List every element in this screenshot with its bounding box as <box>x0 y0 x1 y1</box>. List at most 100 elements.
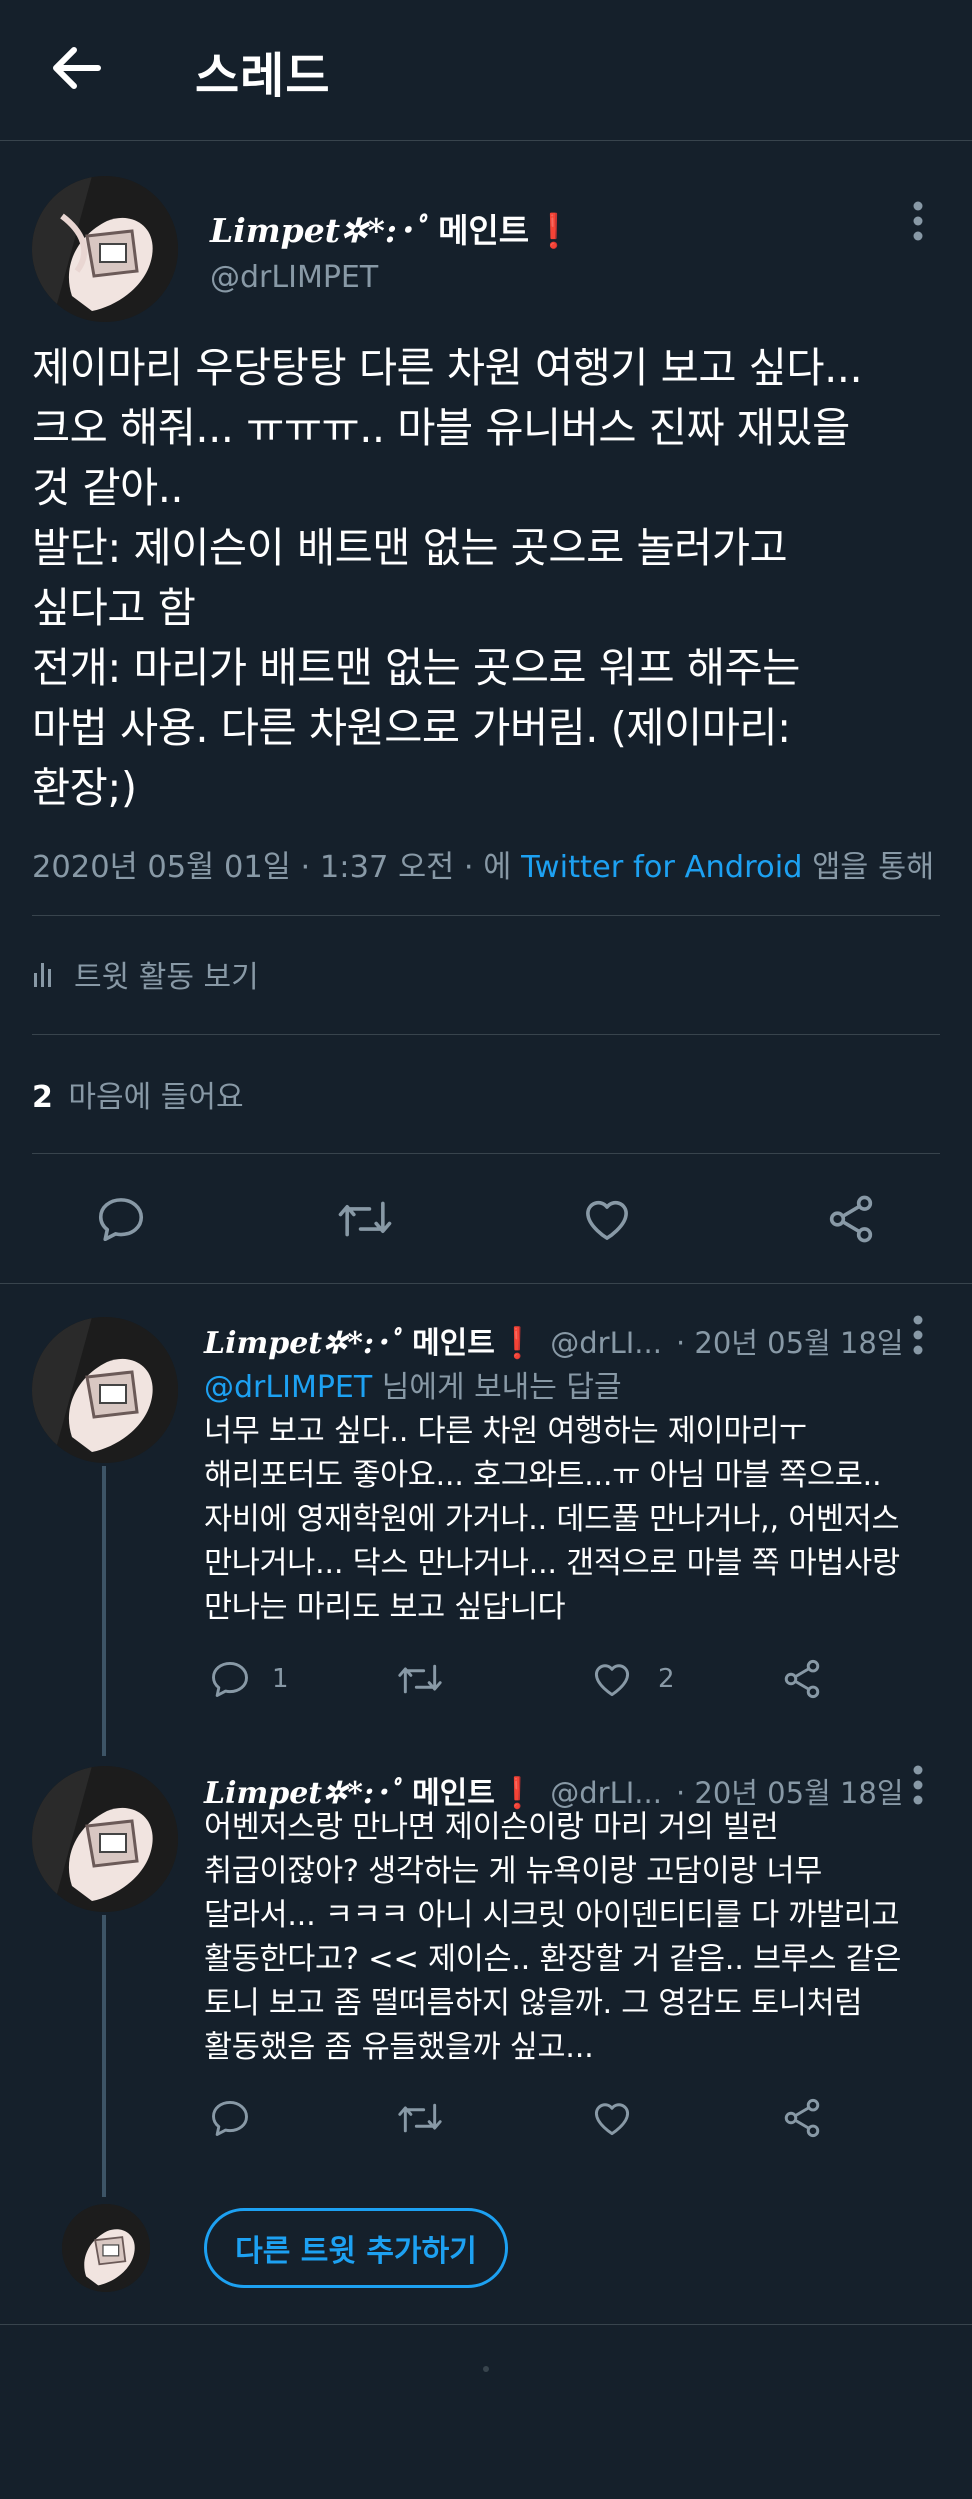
exclamation-mark-icon: ❗ <box>533 211 575 250</box>
reply-text-line: 만나거나... 닥스 만나거나... 갠적으로 마블 쪽 마법사랑 <box>204 1546 900 1581</box>
reply-to-handle[interactable]: @drLIMPET <box>204 1370 372 1405</box>
avatar <box>62 2204 150 2292</box>
more-options-button[interactable] <box>904 1314 932 1358</box>
handle: @drLI... <box>550 1326 662 1360</box>
tweet-text-line: 마법 사용. 다른 차원으로 가버림. (제이마리: <box>32 703 791 752</box>
back-button[interactable] <box>48 44 104 92</box>
display-name-text: 메인트 <box>412 1326 495 1361</box>
handle: @drLIMPET <box>210 260 379 295</box>
page-title: 스레드 <box>195 48 331 104</box>
reply-text-line: 토니 보고 좀 떨떠름하지 않을까. 그 영감도 토니처럼 <box>204 1986 863 2021</box>
heart-icon <box>594 2103 630 2136</box>
share-icon <box>829 1195 873 1243</box>
display-name-deco: Limpet✲*:･ﾟ <box>204 1326 405 1361</box>
tweet-activity-link[interactable]: 트윗 활동 보기 <box>32 950 259 998</box>
display-name-deco: Limpet✲*:･ﾟ <box>210 211 431 250</box>
like-button[interactable] <box>590 2096 634 2140</box>
retweet-button[interactable] <box>396 2096 444 2140</box>
tweet-text-line: 싶다고 함 <box>32 583 196 632</box>
share-button[interactable] <box>780 2096 824 2140</box>
loading-dot <box>483 2366 489 2372</box>
exclamation-mark-icon: ❗ <box>498 1326 537 1361</box>
divider <box>0 2324 972 2325</box>
top-app-bar: 스레드 <box>0 0 972 140</box>
reply-text-line: 활동한다고? << 제이슨.. 환장할 거 같음.. 브루스 같은 <box>204 1942 902 1977</box>
thread-line <box>102 1466 106 1756</box>
likes-label: 마음에 들어요 <box>68 1080 244 1115</box>
like-button[interactable]: 2 <box>590 1657 675 1701</box>
share-icon <box>784 2098 820 2138</box>
reply-text-line: 활동했음 좀 유들했을까 싶고... <box>204 2030 594 2065</box>
more-options-button[interactable] <box>904 200 932 244</box>
reply-text-line: 자비에 영재학원에 가거나.. 데드풀 만나거나,, 어벤저스 <box>204 1502 900 1537</box>
more-options-button[interactable] <box>904 1764 932 1808</box>
add-another-tweet-button[interactable]: 다른 트윗 추가하기 <box>204 2208 508 2288</box>
avatar-image <box>32 1766 178 1912</box>
like-count: 2 <box>658 1664 675 1694</box>
share-button[interactable] <box>780 1657 824 1701</box>
display-name: Limpet✲*:･ﾟ 메인트 ❗ <box>210 204 574 252</box>
divider <box>0 1283 972 1284</box>
tweet-text-line: 전개: 마리가 배트맨 없는 곳으로 워프 해주는 <box>32 643 800 692</box>
retweet-icon <box>398 1664 442 1694</box>
reply-text: 어벤저스랑 만나면 제이슨이랑 마리 거의 빌런 취급이잖아? 생각하는 게 뉴… <box>204 1806 901 2070</box>
reply-text-line: 너무 보고 싶다.. 다른 차원 여행하는 제이마리ㅜ <box>204 1414 807 1449</box>
reply-text-line: 해리포터도 좋아요... 호그와트...ㅠ 아님 마블 쪽으로.. <box>204 1458 882 1493</box>
tweet-text-line: 것 같아.. <box>32 463 184 512</box>
more-vertical-icon <box>913 1315 923 1355</box>
comment-icon <box>98 1198 144 1242</box>
reply-text-line: 어벤저스랑 만나면 제이슨이랑 마리 거의 빌런 <box>204 1810 779 1845</box>
comment-icon <box>212 1661 248 1697</box>
reply-count: 1 <box>272 1664 289 1694</box>
likes-summary[interactable]: 2 마음에 들어요 <box>32 1072 244 1116</box>
client-link[interactable]: Twitter for Android <box>521 850 802 885</box>
timestamp: 2020년 05월 01일 · 1:37 오전 · 에 <box>32 850 512 885</box>
reply-button[interactable]: 1 <box>208 1657 289 1701</box>
avatar-image <box>32 176 178 322</box>
avatar[interactable] <box>32 1317 178 1463</box>
reply-to-suffix: 님에게 보내는 답글 <box>381 1370 622 1405</box>
analytics-icon <box>34 963 51 987</box>
retweet-icon <box>398 2103 442 2133</box>
thread-line <box>102 1915 106 2197</box>
share-icon <box>784 1659 820 1699</box>
activity-label: 트윗 활동 보기 <box>74 960 259 995</box>
divider <box>32 915 940 916</box>
tweet-meta: 2020년 05월 01일 · 1:37 오전 · 에 Twitter for … <box>32 842 934 886</box>
tweet-text-line: 발단: 제이슨이 배트맨 없는 곳으로 놀러가고 <box>32 523 788 572</box>
more-vertical-icon <box>913 1765 923 1805</box>
reply-button[interactable] <box>208 2096 252 2140</box>
header-divider <box>0 140 972 141</box>
handle: @drLI... <box>550 1776 662 1810</box>
display-name-text: 메인트 <box>438 211 530 250</box>
replying-to: @drLIMPET 님에게 보내는 답글 <box>204 1362 622 1406</box>
heart-icon <box>594 1664 630 1697</box>
retweet-icon <box>338 1201 392 1237</box>
tweet-text: 제이마리 우당탕탕 다른 차원 여행기 보고 싶다... 크오 해줘... ㅠㅠ… <box>32 338 942 818</box>
avatar-image <box>62 2204 150 2292</box>
reply-text-line: 만나는 마리도 보고 싶답니다 <box>204 1590 566 1625</box>
avatar[interactable] <box>32 176 178 322</box>
tweet-text-line: 환장;) <box>32 763 137 812</box>
author-block[interactable]: Limpet✲*:･ﾟ 메인트 ❗ @drLIMPET <box>210 204 574 295</box>
client-suffix: 앱을 통해 <box>812 850 935 885</box>
tweet-text-line: 제이마리 우당탕탕 다른 차원 여행기 보고 싶다... <box>32 343 863 392</box>
reply-text-line: 취급이잖아? 생각하는 게 뉴욕이랑 고담이랑 너무 <box>204 1854 823 1889</box>
heart-icon <box>586 1200 628 1240</box>
avatar-image <box>32 1317 178 1463</box>
comment-icon <box>212 2100 248 2136</box>
reply-text: 너무 보고 싶다.. 다른 차원 여행하는 제이마리ㅜ 해리포터도 좋아요...… <box>204 1410 900 1630</box>
tweet-text-line: 크오 해줘... ㅠㅠㅠ.. 마블 유니버스 진짜 재밌을 <box>32 403 850 452</box>
like-button[interactable] <box>580 1192 634 1246</box>
retweet-button[interactable] <box>396 1657 444 1701</box>
reply-date: · 20년 05월 18일 <box>675 1326 904 1360</box>
divider <box>32 1153 940 1154</box>
retweet-button[interactable] <box>336 1192 394 1246</box>
share-button[interactable] <box>824 1192 878 1246</box>
reply-header: Limpet✲*:･ﾟ 메인트 ❗ @drLI... · 20년 05월 18일 <box>204 1318 904 1362</box>
reply-button[interactable] <box>94 1192 148 1246</box>
avatar[interactable] <box>32 1766 178 1912</box>
divider <box>32 1034 940 1035</box>
likes-count: 2 <box>32 1080 53 1115</box>
reply-text-line: 달라서... ㅋㅋㅋ 아니 시크릿 아이덴티티를 다 까발리고 <box>204 1898 900 1933</box>
